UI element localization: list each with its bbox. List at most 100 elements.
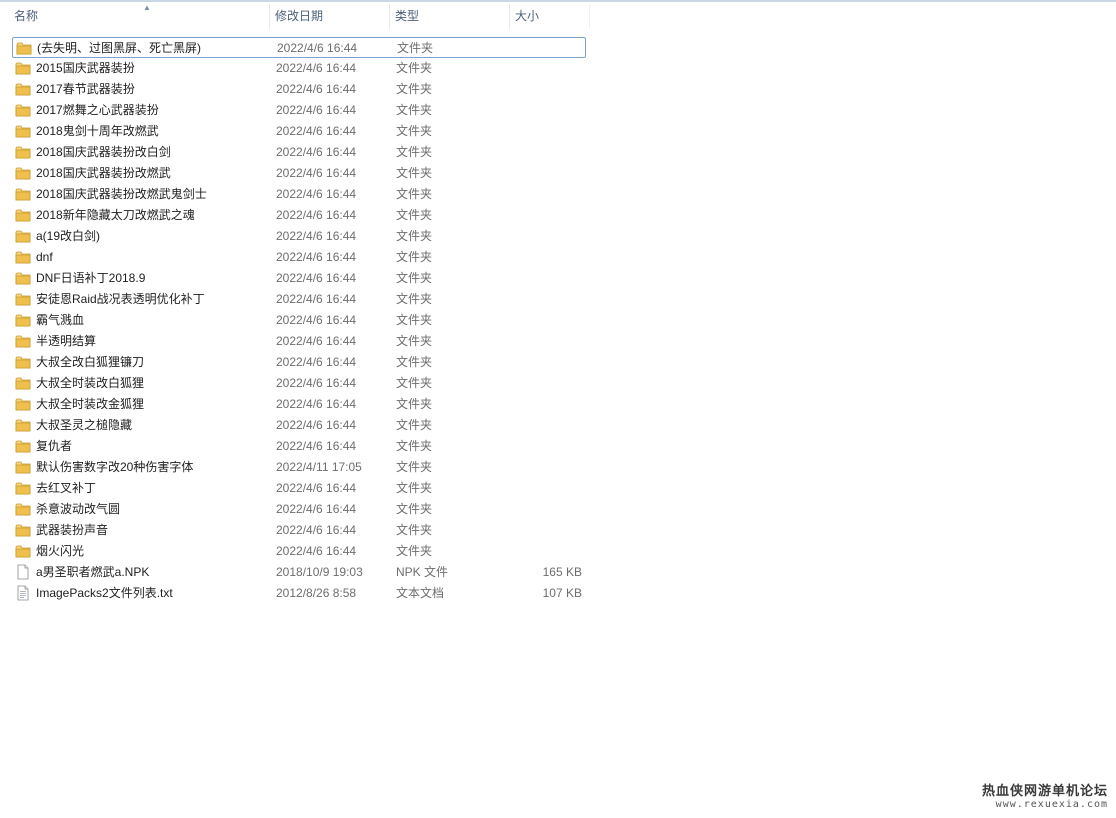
file-name: 2017燃舞之心武器装扮 — [36, 103, 159, 117]
file-row[interactable]: 大叔全改白狐狸镰刀 2022/4/6 16:44 文件夹 — [12, 352, 586, 373]
file-name: 2015国庆武器装扮 — [36, 61, 135, 75]
file-name: 烟火闪光 — [36, 544, 85, 558]
file-date: 2022/4/6 16:44 — [277, 41, 358, 55]
file-type: 文件夹 — [396, 250, 433, 264]
column-header-type[interactable]: 类型 — [390, 4, 510, 29]
file-type: 文件夹 — [396, 544, 433, 558]
file-size — [506, 121, 582, 142]
file-row[interactable]: 烟火闪光 2022/4/6 16:44 文件夹 — [12, 541, 586, 562]
file-type: 文件夹 — [397, 41, 434, 55]
file-date: 2022/4/6 16:44 — [276, 418, 357, 432]
file-row[interactable]: 2018国庆武器装扮改白剑 2022/4/6 16:44 文件夹 — [12, 142, 586, 163]
text-file-icon — [15, 585, 31, 601]
file-row[interactable]: 去红叉补丁 2022/4/6 16:44 文件夹 — [12, 478, 586, 499]
file-name: 武器装扮声音 — [36, 523, 109, 537]
folder-icon — [15, 312, 31, 328]
file-row[interactable]: 2018国庆武器装扮改燃武鬼剑士 2022/4/6 16:44 文件夹 — [12, 184, 586, 205]
file-row[interactable]: 大叔全时装改金狐狸 2022/4/6 16:44 文件夹 — [12, 394, 586, 415]
file-name: dnf — [36, 250, 53, 264]
file-type: 文件夹 — [396, 397, 433, 411]
folder-icon — [15, 396, 31, 412]
file-date: 2022/4/6 16:44 — [276, 166, 357, 180]
file-name: 2018国庆武器装扮改白剑 — [36, 145, 171, 159]
file-row[interactable]: 复仇者 2022/4/6 16:44 文件夹 — [12, 436, 586, 457]
file-row[interactable]: DNF日语补丁2018.9 2022/4/6 16:44 文件夹 — [12, 268, 586, 289]
file-type: 文件夹 — [396, 502, 433, 516]
folder-icon — [15, 60, 31, 76]
file-size — [507, 38, 583, 59]
file-size — [506, 310, 582, 331]
folder-icon — [16, 40, 32, 56]
column-header-size[interactable]: 大小 — [510, 4, 590, 29]
file-date: 2022/4/6 16:44 — [276, 481, 357, 495]
file-size — [506, 79, 582, 100]
file-type: 文件夹 — [396, 208, 433, 222]
file-row[interactable]: 杀意波动改气圆 2022/4/6 16:44 文件夹 — [12, 499, 586, 520]
file-date: 2022/4/6 16:44 — [276, 61, 357, 75]
file-date: 2022/4/6 16:44 — [276, 82, 357, 96]
file-size — [506, 142, 582, 163]
file-type: 文件夹 — [396, 439, 433, 453]
file-row[interactable]: 大叔圣灵之槌隐藏 2022/4/6 16:44 文件夹 — [12, 415, 586, 436]
column-header-date[interactable]: 修改日期 — [270, 4, 390, 29]
file-size — [506, 205, 582, 226]
file-name: 2017春节武器装扮 — [36, 82, 135, 96]
file-name: a男圣职者燃武a.NPK — [36, 565, 150, 579]
column-header-name-label: 名称 — [14, 9, 39, 23]
file-row[interactable]: (去失明、过图黑屏、死亡黑屏) 2022/4/6 16:44 文件夹 — [12, 37, 586, 58]
file-row[interactable]: 2018新年隐藏太刀改燃武之魂 2022/4/6 16:44 文件夹 — [12, 205, 586, 226]
file-row[interactable]: 2017春节武器装扮 2022/4/6 16:44 文件夹 — [12, 79, 586, 100]
file-row[interactable]: 2017燃舞之心武器装扮 2022/4/6 16:44 文件夹 — [12, 100, 586, 121]
file-row[interactable]: a(19改白剑) 2022/4/6 16:44 文件夹 — [12, 226, 586, 247]
file-type: 文件夹 — [396, 124, 433, 138]
folder-icon — [15, 144, 31, 160]
file-row[interactable]: 2018国庆武器装扮改燃武 2022/4/6 16:44 文件夹 — [12, 163, 586, 184]
file-row[interactable]: 默认伤害数字改20种伤害字体 2022/4/11 17:05 文件夹 — [12, 457, 586, 478]
file-row[interactable]: 2018鬼剑十周年改燃武 2022/4/6 16:44 文件夹 — [12, 121, 586, 142]
file-row[interactable]: a男圣职者燃武a.NPK 2018/10/9 19:03 NPK 文件 165 KB — [12, 562, 586, 583]
file-name: 默认伤害数字改20种伤害字体 — [36, 460, 194, 474]
file-row[interactable]: 大叔全时装改白狐狸 2022/4/6 16:44 文件夹 — [12, 373, 586, 394]
file-size — [506, 436, 582, 457]
folder-icon — [15, 249, 31, 265]
file-size: 165 KB — [542, 565, 582, 579]
file-row[interactable]: 霸气溅血 2022/4/6 16:44 文件夹 — [12, 310, 586, 331]
file-date: 2022/4/6 16:44 — [276, 376, 357, 390]
file-list-view: 名称 ▲ 修改日期 类型 大小 (去失明、过图黑屏、死亡黑屏) 2022/4/6 … — [0, 2, 1116, 818]
file-row[interactable]: 安徒恩Raid战况表透明优化补丁 2022/4/6 16:44 文件夹 — [12, 289, 586, 310]
file-size — [506, 226, 582, 247]
file-date: 2022/4/6 16:44 — [276, 523, 357, 537]
folder-icon — [15, 81, 31, 97]
file-date: 2022/4/11 17:05 — [276, 460, 362, 474]
file-type: 文件夹 — [396, 334, 433, 348]
folder-icon — [15, 333, 31, 349]
folder-icon — [15, 165, 31, 181]
file-name: 复仇者 — [36, 439, 73, 453]
file-date: 2022/4/6 16:44 — [276, 229, 357, 243]
file-name: 半透明结算 — [36, 334, 97, 348]
folder-icon — [15, 543, 31, 559]
file-date: 2022/4/6 16:44 — [276, 250, 357, 264]
file-row[interactable]: ImagePacks2文件列表.txt 2012/8/26 8:58 文本文档 107… — [12, 583, 586, 604]
file-date: 2022/4/6 16:44 — [276, 103, 357, 117]
file-size — [506, 352, 582, 373]
folder-icon — [15, 375, 31, 391]
file-date: 2022/4/6 16:44 — [276, 544, 357, 558]
folder-icon — [15, 270, 31, 286]
column-header-name[interactable]: 名称 ▲ — [9, 3, 270, 29]
file-row[interactable]: 半透明结算 2022/4/6 16:44 文件夹 — [12, 331, 586, 352]
folder-icon — [15, 207, 31, 223]
file-row[interactable]: 武器装扮声音 2022/4/6 16:44 文件夹 — [12, 520, 586, 541]
file-size — [506, 58, 582, 79]
file-size — [506, 100, 582, 121]
file-type: 文件夹 — [396, 292, 433, 306]
file-name: 2018国庆武器装扮改燃武鬼剑士 — [36, 187, 207, 201]
file-row[interactable]: dnf 2022/4/6 16:44 文件夹 — [12, 247, 586, 268]
watermark-title: 热血侠网游单机论坛 — [981, 784, 1108, 799]
file-type: 文件夹 — [396, 271, 433, 285]
file-type: NPK 文件 — [396, 565, 449, 579]
file-size — [506, 184, 582, 205]
file-row[interactable]: 2015国庆武器装扮 2022/4/6 16:44 文件夹 — [12, 58, 586, 79]
folder-icon — [15, 480, 31, 496]
column-header-bar: 名称 ▲ 修改日期 类型 大小 — [0, 3, 590, 29]
